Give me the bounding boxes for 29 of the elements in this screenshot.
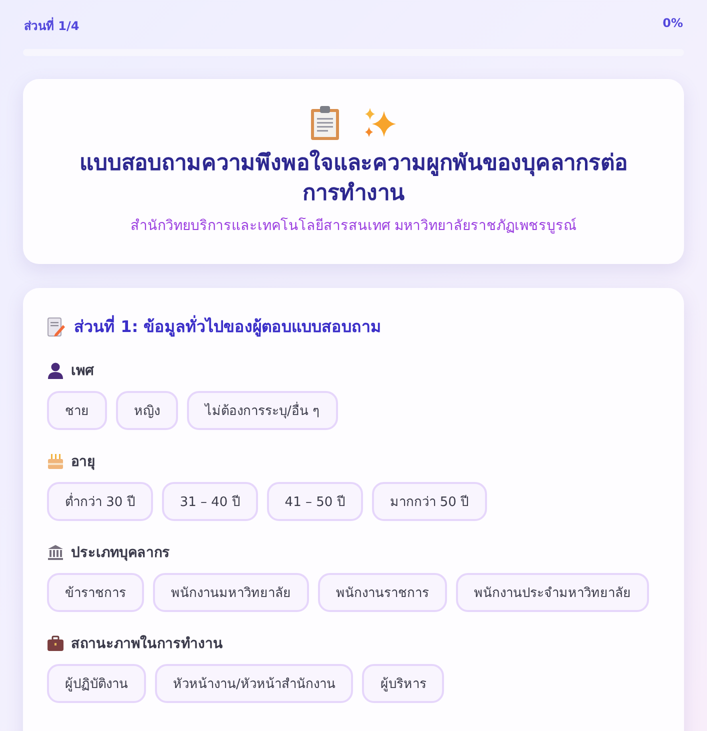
option-chip[interactable]: ต่ำกว่า 30 ปี [47,482,153,522]
option-chip[interactable]: พนักงานมหาวิทยาลัย [153,573,309,612]
section-progress-label: ส่วนที่ 1/4 [24,16,80,35]
memo-pencil-icon [47,316,65,337]
survey-title: แบบสอบถามความพึงพอใจและความผูกพันของบุคลากรต่อการทำงาน [78,149,628,208]
option-chip[interactable]: 41 – 50 ปี [266,482,363,522]
option-chip[interactable]: ไม่ต้องการระบุ/อื่น ๆ [187,391,338,430]
question-label: สถานะภาพในการทำงาน [71,634,223,654]
clipboard-icon [310,105,340,141]
option-chip[interactable]: หัวหน้างาน/หัวหน้าสำนักงาน [155,664,354,704]
option-chip[interactable]: พนักงานประจำมหาวิทยาลัย [456,573,649,612]
person-icon [47,362,64,379]
option-chip[interactable]: มากกว่า 50 ปี [372,482,487,522]
organization-subtitle: สำนักวิทยบริการและเทคโนโลยีสารสนเทศ มหาวิทยาลัยราชภัฏเพชรบูรณ์ [129,216,578,236]
progress-percent: 0% [662,16,683,32]
option-chip[interactable]: ผู้บริหาร [362,664,444,704]
briefcase-icon [47,634,64,652]
option-chip[interactable]: พนักงานราชการ [318,573,447,612]
option-chip[interactable]: 31 – 40 ปี [162,482,258,522]
option-chip[interactable]: ผู้ปฏิบัติงาน [47,664,146,704]
section-title: ส่วนที่ 1: ข้อมูลทั่วไปของผู้ตอบแบบสอบถาม [74,314,382,339]
option-chip[interactable]: ข้าราชการ [47,573,144,612]
bank-building-icon [47,544,64,561]
option-chip[interactable]: ชาย [47,391,107,430]
option-chip[interactable]: หญิง [116,391,178,430]
cake-icon [47,452,64,470]
question-label: อายุ [71,453,95,472]
question-label: เพศ [71,362,94,382]
question-label: ประเภทบุคลากร [71,544,170,564]
